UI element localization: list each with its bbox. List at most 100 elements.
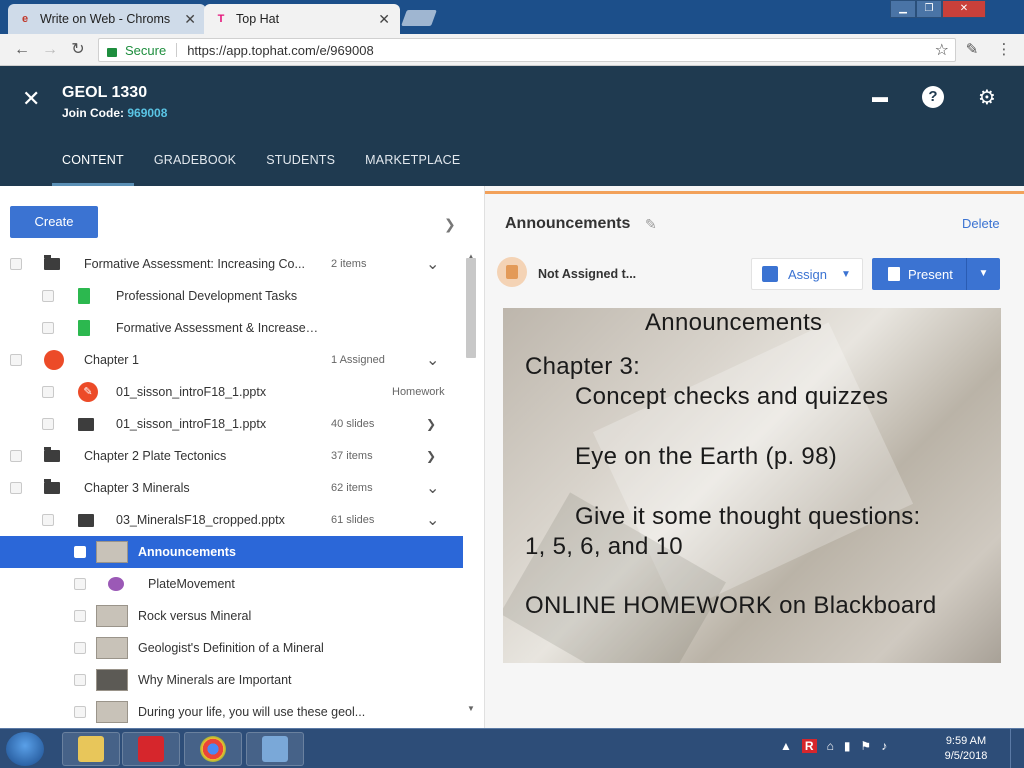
delete-link[interactable]: Delete	[962, 216, 1000, 231]
row-checkbox[interactable]	[74, 706, 86, 718]
row-checkbox[interactable]	[10, 354, 22, 366]
folder-icon	[44, 447, 60, 462]
item-title: Announcements	[505, 215, 631, 232]
signal-tray-icon[interactable]: ▮	[844, 739, 851, 753]
tree-row[interactable]: 03_MineralsF18_cropped.pptx 61 slides ⌄	[0, 504, 463, 536]
chevron-down-icon[interactable]: ⌄	[426, 510, 439, 530]
windows-taskbar: ▲ R ⌂ ▮ ⚑ ♪ 9:59 AM 9/5/2018	[0, 728, 1024, 768]
row-checkbox[interactable]	[74, 674, 86, 686]
row-checkbox[interactable]	[74, 610, 86, 622]
settings-gear-icon[interactable]: ⚙	[975, 86, 999, 110]
browser-tab-tophat[interactable]: T Top Hat ✕	[204, 4, 400, 34]
tree-row[interactable]: Rock versus Mineral	[0, 600, 463, 632]
chevron-down-icon[interactable]: ⌄	[426, 350, 439, 370]
tree-row[interactable]: Why Minerals are Important	[0, 664, 463, 696]
detail-accent-bar	[485, 191, 1024, 194]
lock-icon	[107, 47, 117, 57]
slide-line: ONLINE HOMEWORK on Blackboard	[525, 592, 937, 619]
tab-content[interactable]: CONTENT	[52, 150, 134, 186]
browser-tab-write-on-web[interactable]: e Write on Web - Chroms ✕	[8, 4, 206, 34]
tree-row[interactable]: Announcements	[0, 536, 463, 568]
join-code-label: Join Code:	[62, 106, 124, 120]
collapse-panel-icon[interactable]: ❯	[444, 216, 456, 233]
tree-row-label: Chapter 2 Plate Tectonics	[84, 449, 227, 463]
reload-icon[interactable]: ↻	[68, 40, 88, 60]
tree-row-label: Rock versus Mineral	[138, 609, 252, 623]
row-checkbox[interactable]	[10, 258, 22, 270]
window-close-icon[interactable]: ✕	[942, 0, 986, 18]
new-tab-button[interactable]	[401, 10, 437, 26]
edit-pencil-icon[interactable]: ✎	[645, 216, 657, 233]
taskbar-clock[interactable]: 9:59 AM 9/5/2018	[938, 734, 994, 764]
row-checkbox[interactable]	[74, 642, 86, 654]
tree-row[interactable]: 01_sisson_introF18_1.pptx 40 slides ❯	[0, 408, 463, 440]
present-button[interactable]: Present ▼	[872, 258, 1000, 290]
chrome-taskbar-icon[interactable]	[184, 732, 242, 766]
tab-marketplace[interactable]: MARKETPLACE	[355, 150, 470, 186]
tree-row[interactable]: ✎ 01_sisson_introF18_1.pptx Homework	[0, 376, 463, 408]
slide-line: 1, 5, 6, and 10	[525, 533, 683, 560]
app-taskbar-icon[interactable]	[246, 732, 304, 766]
network-tray-icon[interactable]: ⌂	[827, 739, 834, 753]
tree-row-meta: 61 slides	[331, 514, 375, 526]
tab-close-icon[interactable]: ✕	[378, 11, 390, 28]
tab-students[interactable]: STUDENTS	[256, 150, 345, 186]
secure-label: Secure	[125, 42, 167, 58]
url-field[interactable]: Secure https://app.tophat.com/e/969008 ☆	[98, 38, 956, 62]
tab-close-icon[interactable]: ✕	[184, 11, 196, 28]
help-icon[interactable]: ?	[922, 86, 944, 108]
tree-scrollbar[interactable]	[466, 258, 476, 358]
tree-row[interactable]: Formative Assessment: Increasing Co... 2 …	[0, 248, 463, 280]
write-extension-icon[interactable]: ✎	[962, 40, 982, 60]
scroll-down-icon[interactable]: ▼	[467, 704, 475, 713]
row-checkbox[interactable]	[10, 482, 22, 494]
tree-row-meta: 40 slides	[331, 418, 375, 430]
chevron-right-icon[interactable]: ❯	[426, 449, 436, 463]
tree-row[interactable]: PlateMovement	[0, 568, 463, 600]
row-checkbox[interactable]	[42, 418, 54, 430]
tree-row[interactable]: Chapter 1 1 Assigned ⌄	[0, 344, 463, 376]
write-on-web-icon: e	[21, 13, 29, 25]
tab-gradebook[interactable]: GRADEBOOK	[144, 150, 246, 186]
create-button[interactable]: Create	[10, 206, 98, 238]
tree-row[interactable]: Formative Assessment & Increased Compr..…	[0, 312, 463, 344]
row-checkbox[interactable]	[42, 322, 54, 334]
start-button-icon[interactable]	[6, 732, 44, 766]
browser-menu-icon[interactable]: ⋮	[994, 40, 1014, 60]
bookmark-star-icon[interactable]: ☆	[935, 40, 949, 60]
r-app-taskbar-icon[interactable]	[122, 732, 180, 766]
file-explorer-taskbar-icon[interactable]	[62, 732, 120, 766]
row-checkbox[interactable]	[42, 514, 54, 526]
tree-row[interactable]: Geologist's Definition of a Mineral	[0, 632, 463, 664]
assign-button[interactable]: Assign ▼	[751, 258, 863, 290]
row-checkbox[interactable]	[74, 546, 86, 558]
tree-row[interactable]: Chapter 2 Plate Tectonics 37 items ❯	[0, 440, 463, 472]
r-tray-icon[interactable]: R	[801, 739, 817, 753]
assignment-status-text: Not Assigned t...	[538, 267, 637, 281]
row-checkbox[interactable]	[42, 386, 54, 398]
row-checkbox[interactable]	[74, 578, 86, 590]
tree-row-label: 01_sisson_introF18_1.pptx	[116, 417, 267, 431]
tray-expand-icon[interactable]: ▲	[780, 739, 792, 753]
present-dropdown-chevron-icon[interactable]: ▼	[966, 258, 1000, 290]
back-icon[interactable]: ←	[12, 40, 32, 60]
tree-row[interactable]: Professional Development Tasks	[0, 280, 463, 312]
row-checkbox[interactable]	[42, 290, 54, 302]
row-checkbox[interactable]	[10, 450, 22, 462]
slide-thumbnail-icon	[96, 605, 128, 627]
volume-tray-icon[interactable]: ♪	[881, 739, 887, 753]
chevron-down-icon[interactable]: ⌄	[426, 478, 439, 498]
join-code-value: 969008	[127, 106, 168, 120]
close-course-icon[interactable]: ✕	[22, 86, 40, 112]
chevron-down-icon[interactable]: ⌄	[426, 254, 439, 274]
chevron-right-icon[interactable]: ❯	[426, 417, 436, 431]
tree-row-label: Formative Assessment & Increased Compr..…	[116, 321, 322, 335]
tree-row[interactable]: During your life, you will use these geo…	[0, 696, 463, 728]
minimize-icon[interactable]: ▁	[890, 0, 916, 18]
chat-icon[interactable]: ▬	[868, 86, 892, 110]
flag-tray-icon[interactable]: ⚑	[860, 739, 871, 753]
restore-icon[interactable]: ❐	[916, 0, 942, 18]
show-desktop-button[interactable]	[1010, 729, 1024, 768]
tree-row[interactable]: Chapter 3 Minerals 62 items ⌄	[0, 472, 463, 504]
forward-icon[interactable]: →	[40, 40, 60, 60]
